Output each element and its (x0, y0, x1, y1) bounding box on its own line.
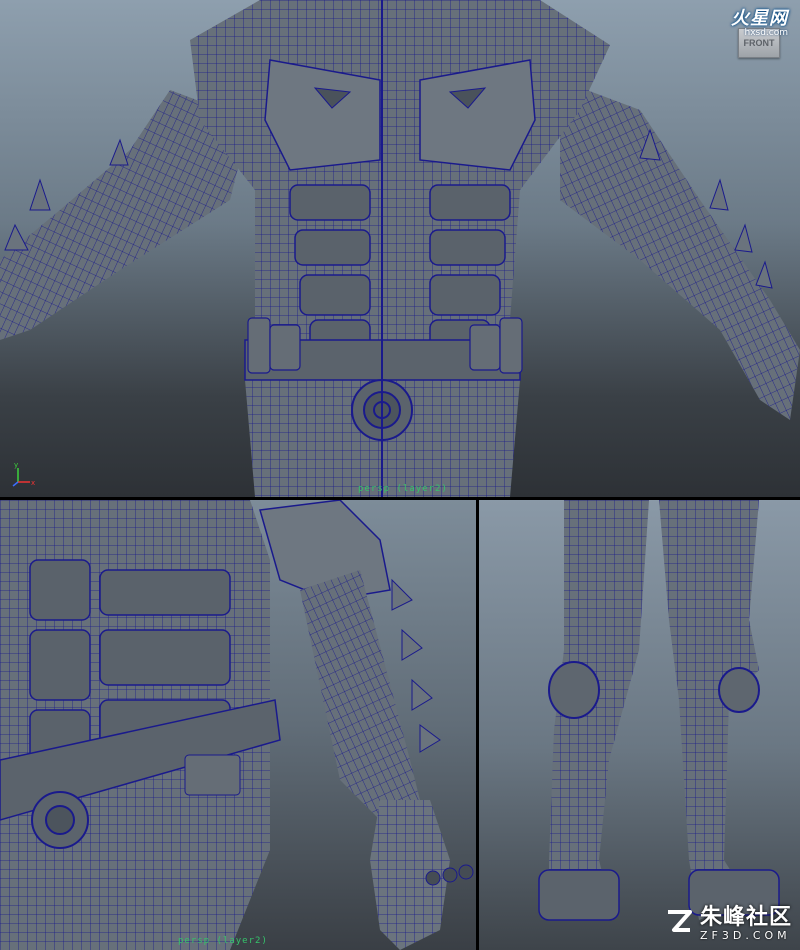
arm-mesh (0, 500, 474, 950)
zf3d-logo: 朱峰社区 ZF3D.COM (664, 899, 792, 942)
hxsd-brand: 火星网 (731, 8, 788, 28)
viewport-persp-legs[interactable]: 朱峰社区 ZF3D.COM (479, 500, 800, 950)
hxsd-url: hxsd.com (744, 28, 788, 38)
axis-x-label: x (31, 479, 35, 487)
hxsd-logo: 火星网 hxsd.com (731, 4, 788, 38)
viewport-persp-arm[interactable]: persp (layer2) (0, 500, 476, 950)
zf3d-chinese-name: 朱峰社区 (699, 905, 792, 930)
zf3d-logo-icon (667, 909, 692, 932)
right-arm (560, 80, 800, 420)
torso-mesh (0, 0, 800, 497)
camera-label: persp (layer2) (358, 484, 448, 494)
zf3d-url: ZF3D.COM (699, 929, 791, 942)
axis-y-label: y (14, 461, 18, 469)
torso (190, 0, 610, 497)
legs-mesh (538, 500, 780, 921)
viewport-front-torso[interactable]: FRONT 火星网 hxsd.com y x persp (layer2) (0, 0, 800, 497)
camera-label: persp (layer2) (178, 936, 268, 946)
axis-gizmo-icon: y x (12, 461, 35, 487)
